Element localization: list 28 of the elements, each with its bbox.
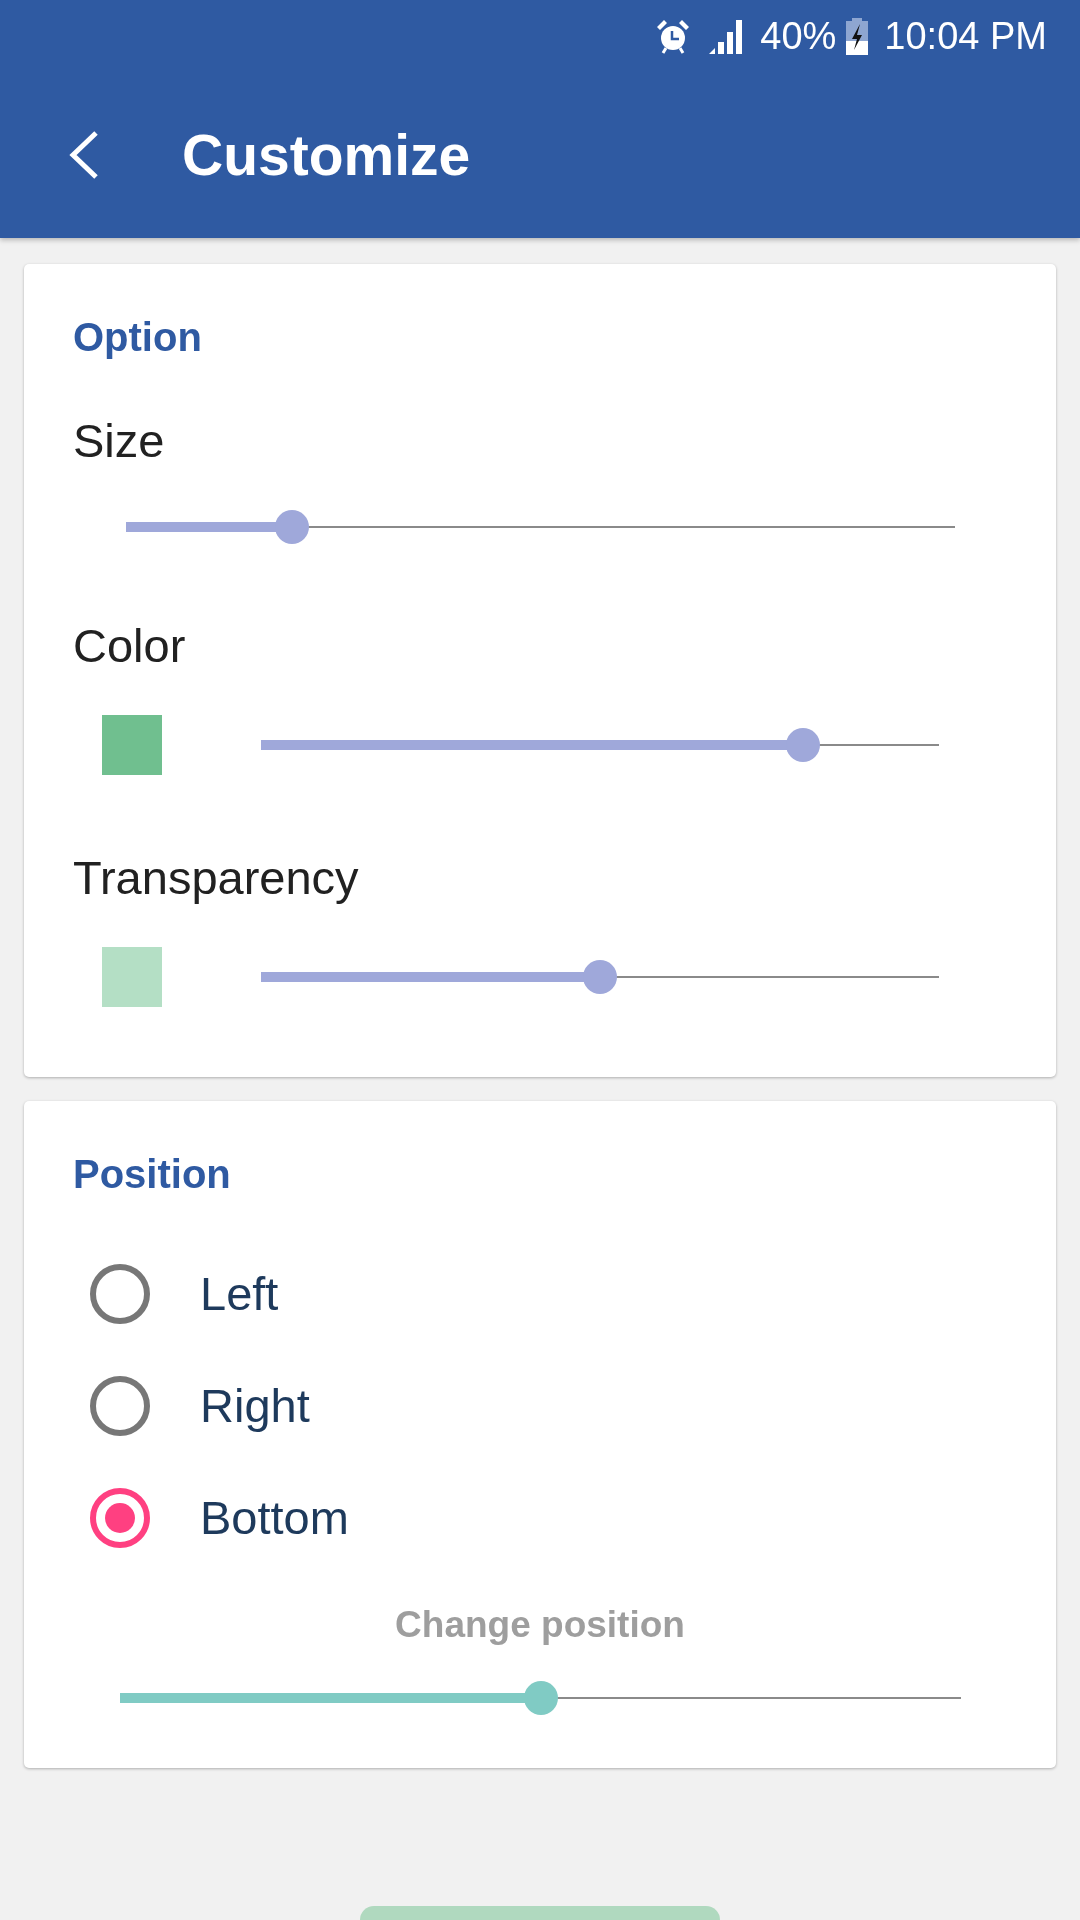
signal-icon <box>709 18 745 54</box>
radio-label[interactable]: Bottom <box>200 1490 349 1546</box>
section-title: Option <box>73 314 203 361</box>
position-slider[interactable] <box>120 1681 961 1715</box>
clock-time: 10:04 PM <box>884 14 1047 58</box>
screen-title: Customize <box>182 122 471 188</box>
radio-label[interactable]: Right <box>200 1378 310 1434</box>
slider-caption: Change position <box>394 1603 686 1647</box>
slider-thumb[interactable] <box>523 1681 558 1715</box>
slider-thumb[interactable] <box>274 510 309 544</box>
setting-slider[interactable] <box>261 960 939 994</box>
battery-percent: 40% <box>760 14 837 58</box>
setting-label: Color <box>73 618 187 674</box>
setting-label: Transparency <box>73 850 360 906</box>
radio-button[interactable] <box>90 1488 150 1548</box>
radio-label[interactable]: Left <box>200 1266 279 1322</box>
slider-thumb[interactable] <box>583 960 617 994</box>
radio-button[interactable] <box>90 1264 150 1324</box>
section-title: Position <box>73 1151 232 1198</box>
radio-button[interactable] <box>90 1376 150 1436</box>
color-swatch-icon[interactable] <box>102 715 162 775</box>
slider-thumb[interactable] <box>786 728 821 762</box>
color-swatch-icon[interactable] <box>102 947 162 1007</box>
setting-label: Size <box>73 413 166 469</box>
alarm-clock-icon <box>655 18 692 54</box>
setting-slider[interactable] <box>261 728 939 762</box>
setting-slider[interactable] <box>126 510 955 544</box>
battery-charging-icon <box>846 17 869 55</box>
